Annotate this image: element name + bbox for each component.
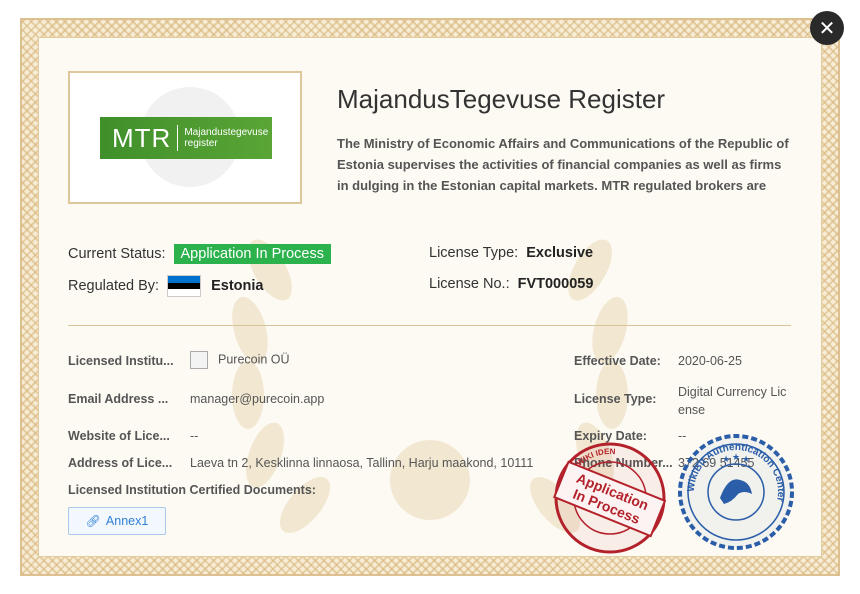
- mtr-logo: MTR Majandustegevuse register: [100, 117, 272, 159]
- regulated-value: Estonia: [211, 278, 264, 294]
- website-label: Website of Lice...: [68, 429, 170, 443]
- effective-date-label: Effective Date:: [574, 354, 661, 368]
- estonia-flag-icon: [167, 275, 202, 297]
- institution-label: Licensed Institu...: [68, 354, 174, 368]
- regulator-logo-box: MTR Majandustegevuse register: [68, 71, 302, 204]
- current-status-row: Current Status: Application In Process: [68, 244, 331, 264]
- email-label: Email Address ...: [68, 392, 169, 406]
- website-value: --: [190, 429, 199, 443]
- license-modal: MTR Majandustegevuse register MajandusTe…: [0, 0, 860, 594]
- license-no-label: License No.:: [429, 276, 510, 292]
- close-button[interactable]: ✕: [810, 11, 844, 45]
- svg-text:★: ★: [722, 454, 730, 464]
- institution-value: Purecoin OÜ: [190, 351, 290, 369]
- regulated-by-row: Regulated By: Estonia: [68, 275, 263, 297]
- address-label: Address of Lice...: [68, 456, 173, 470]
- license-no-value: FVT000059: [517, 276, 594, 292]
- register-title: MajandusTegevuse Register: [337, 84, 666, 114]
- annex1-button[interactable]: 🔗︎ Annex1: [68, 507, 166, 535]
- link-icon: 🔗︎: [85, 514, 101, 528]
- status-badge: Application In Process: [173, 244, 331, 264]
- close-icon: ✕: [818, 17, 836, 40]
- effective-date-value: 2020-06-25: [678, 354, 742, 368]
- register-description: The Ministry of Economic Affairs and Com…: [337, 136, 789, 193]
- regulated-label: Regulated By:: [68, 278, 160, 294]
- section-divider: [68, 325, 791, 326]
- logo-abbr: MTR: [112, 122, 172, 153]
- detail-license-type-value: Digital Currency Lic ense: [678, 385, 787, 417]
- license-type-value: Exclusive: [526, 245, 594, 261]
- broken-image-icon: [190, 351, 208, 369]
- license-no-row: License No.: FVT000059: [429, 276, 593, 292]
- authentication-center-stamp: WikiBit Authentication Center ★ ★ ★: [678, 434, 794, 550]
- address-value: Laeva tn 2, Kesklinna linnaosa, Tallinn,…: [190, 456, 534, 470]
- detail-license-type-label: License Type:: [574, 392, 657, 406]
- annex1-label: Annex1: [105, 514, 149, 528]
- logo-name-line1: Majandustegevuse: [184, 127, 269, 138]
- svg-text:★: ★: [742, 454, 750, 464]
- status-label: Current Status:: [68, 246, 166, 262]
- application-in-process-stamp: CENTER WIKI IDEN Application In Process: [552, 442, 667, 554]
- documents-label: Licensed Institution Certified Documents…: [68, 483, 316, 497]
- logo-name-line2: register: [184, 138, 218, 149]
- license-type-label: License Type:: [429, 245, 519, 261]
- svg-text:★: ★: [732, 452, 740, 462]
- license-type-row: License Type: Exclusive: [429, 245, 593, 261]
- email-value: manager@purecoin.app: [190, 392, 325, 406]
